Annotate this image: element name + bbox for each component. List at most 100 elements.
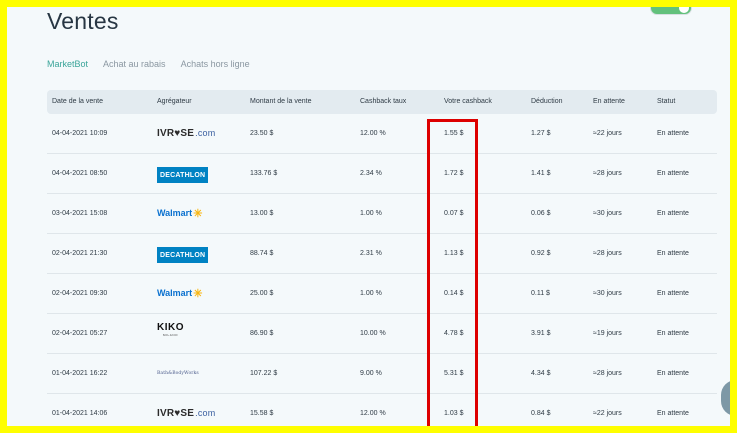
cell-date: 02-04-2021 21:30: [52, 250, 108, 257]
tab-achats-hors-ligne[interactable]: Achats hors ligne: [181, 59, 250, 69]
cell-deduction: 0.06 $: [531, 210, 551, 217]
cell-date: 01-04-2021 16:22: [52, 370, 108, 377]
cell-rate: 1.00 %: [360, 290, 382, 297]
walmart-logo: Walmart ✳: [157, 205, 202, 221]
cell-cashback: 1.13 $: [444, 250, 464, 257]
table-row[interactable]: 02-04-2021 05:27 KIKO MILANO 86.90 $ 10.0…: [47, 314, 717, 354]
table-row[interactable]: 02-04-2021 09:30 Walmart ✳ 25.00 $ 1.00 %…: [47, 274, 717, 314]
cell-rate: 9.00 %: [360, 370, 382, 377]
cell-amount: 15.58 $: [250, 410, 274, 417]
page-title: Ventes: [47, 8, 119, 34]
cell-status: En attente: [657, 410, 689, 417]
cell-pending: ≈28 jours: [593, 250, 622, 257]
cell-deduction: 3.91 $: [531, 330, 551, 337]
header-date[interactable]: Date de la vente: [52, 98, 103, 105]
cell-rate: 12.00 %: [360, 130, 386, 137]
cell-cashback: 0.07 $: [444, 210, 464, 217]
header-deduction[interactable]: Déduction: [531, 98, 563, 105]
cell-rate: 2.31 %: [360, 250, 382, 257]
walmart-wordmark: Walmart: [157, 208, 193, 218]
cell-amount: 23.50 $: [250, 130, 274, 137]
table-row[interactable]: 04-04-2021 08:50 DECATHLON 133.76 $ 2.34…: [47, 154, 717, 194]
header-cashback[interactable]: Votre cashback: [444, 98, 492, 105]
cell-date: 03-04-2021 15:08: [52, 210, 108, 217]
tab-bar: MarketBot Achat au rabais Achats hors li…: [47, 59, 250, 69]
ivrose-logo: IVR♥SE .com: [157, 405, 215, 421]
header-pending[interactable]: En attente: [593, 98, 625, 105]
table-row[interactable]: 01-04-2021 14:06 IVR♥SE .com 15.58 $ 12.0…: [47, 394, 717, 426]
decathlon-logo: DECATHLON: [157, 247, 209, 263]
walmart-spark-icon: ✳: [193, 207, 203, 220]
cell-rate: 1.00 %: [360, 210, 382, 217]
ivrose-wordmark: IVR♥SE: [157, 127, 195, 139]
walmart-spark-icon: ✳: [193, 287, 203, 300]
cell-pending: ≈30 jours: [593, 210, 622, 217]
walmart-logo: Walmart ✳: [157, 285, 202, 301]
cell-date: 04-04-2021 08:50: [52, 170, 108, 177]
cell-pending: ≈28 jours: [593, 370, 622, 377]
cell-status: En attente: [657, 370, 689, 377]
cell-pending: ≈19 jours: [593, 330, 622, 337]
tab-marketbot[interactable]: MarketBot: [47, 59, 88, 69]
cell-cashback: 0.14 $: [444, 290, 464, 297]
cell-status: En attente: [657, 250, 689, 257]
decathlon-logo: DECATHLON: [157, 167, 209, 183]
table-row[interactable]: 03-04-2021 15:08 Walmart ✳ 13.00 $ 1.00 %…: [47, 194, 717, 234]
cell-deduction: 0.84 $: [531, 410, 551, 417]
table-row[interactable]: 04-04-2021 10:09 IVR♥SE .com 23.50 $ 12.0…: [47, 114, 717, 154]
table-row[interactable]: 01-04-2021 16:22 Bath&BodyWorks 107.22 $…: [47, 354, 717, 394]
cell-rate: 2.34 %: [360, 170, 382, 177]
cell-amount: 86.90 $: [250, 330, 274, 337]
cell-amount: 133.76 $: [250, 170, 278, 177]
cell-status: En attente: [657, 290, 689, 297]
ivrose-domain: .com: [195, 408, 216, 418]
cell-cashback: 1.03 $: [444, 410, 464, 417]
cell-status: En attente: [657, 130, 689, 137]
cell-deduction: 1.27 $: [531, 130, 551, 137]
cell-date: 04-04-2021 10:09: [52, 130, 108, 137]
cell-rate: 12.00 %: [360, 410, 386, 417]
header-amount[interactable]: Montant de la vente: [250, 98, 312, 105]
kiko-wordmark: KIKO: [157, 322, 184, 333]
cell-deduction: 0.92 $: [531, 250, 551, 257]
cell-amount: 25.00 $: [250, 290, 274, 297]
cell-deduction: 1.41 $: [531, 170, 551, 177]
screenshot-root: { "page": { "title": "Ventes" }, "tabs":…: [0, 0, 737, 433]
toggle-switch[interactable]: [650, 7, 692, 15]
header-aggregator[interactable]: Agrégateur: [157, 98, 192, 105]
cell-amount: 107.22 $: [250, 370, 278, 377]
table-body: 04-04-2021 10:09 IVR♥SE .com 23.50 $ 12.0…: [47, 114, 717, 426]
cell-cashback: 5.31 $: [444, 370, 464, 377]
table-header: Date de la vente Agrégateur Montant de l…: [47, 90, 717, 114]
cell-date: 02-04-2021 09:30: [52, 290, 108, 297]
cell-status: En attente: [657, 170, 689, 177]
header-status[interactable]: Statut: [657, 98, 675, 105]
ivrose-domain: .com: [195, 128, 216, 138]
cell-amount: 88.74 $: [250, 250, 274, 257]
cell-pending: ≈22 jours: [593, 130, 622, 137]
cell-cashback: 4.78 $: [444, 330, 464, 337]
cell-date: 02-04-2021 05:27: [52, 330, 108, 337]
table-row[interactable]: 02-04-2021 21:30 DECATHLON 88.74 $ 2.31 …: [47, 234, 717, 274]
cell-rate: 10.00 %: [360, 330, 386, 337]
cell-cashback: 1.72 $: [444, 170, 464, 177]
sales-table: Date de la vente Agrégateur Montant de l…: [47, 90, 717, 426]
tab-achat-au-rabais[interactable]: Achat au rabais: [103, 59, 166, 69]
cell-status: En attente: [657, 330, 689, 337]
kiko-logo: KIKO MILANO: [157, 323, 184, 339]
cell-pending: ≈28 jours: [593, 170, 622, 177]
cell-deduction: 4.34 $: [531, 370, 551, 377]
chat-bubble-button[interactable]: [721, 380, 730, 416]
header-rate[interactable]: Cashback taux: [360, 98, 406, 105]
cell-date: 01-04-2021 14:06: [52, 410, 108, 417]
cell-amount: 13.00 $: [250, 210, 274, 217]
ivrose-wordmark: IVR♥SE: [157, 407, 195, 419]
cell-status: En attente: [657, 210, 689, 217]
kiko-subtitle: MILANO: [162, 333, 179, 337]
walmart-wordmark: Walmart: [157, 288, 193, 298]
cell-deduction: 0.11 $: [531, 290, 550, 297]
app-window: Ventes MarketBot Achat au rabais Achats …: [7, 7, 730, 426]
cell-pending: ≈30 jours: [593, 290, 622, 297]
cell-pending: ≈22 jours: [593, 410, 622, 417]
cell-cashback: 1.55 $: [444, 130, 464, 137]
